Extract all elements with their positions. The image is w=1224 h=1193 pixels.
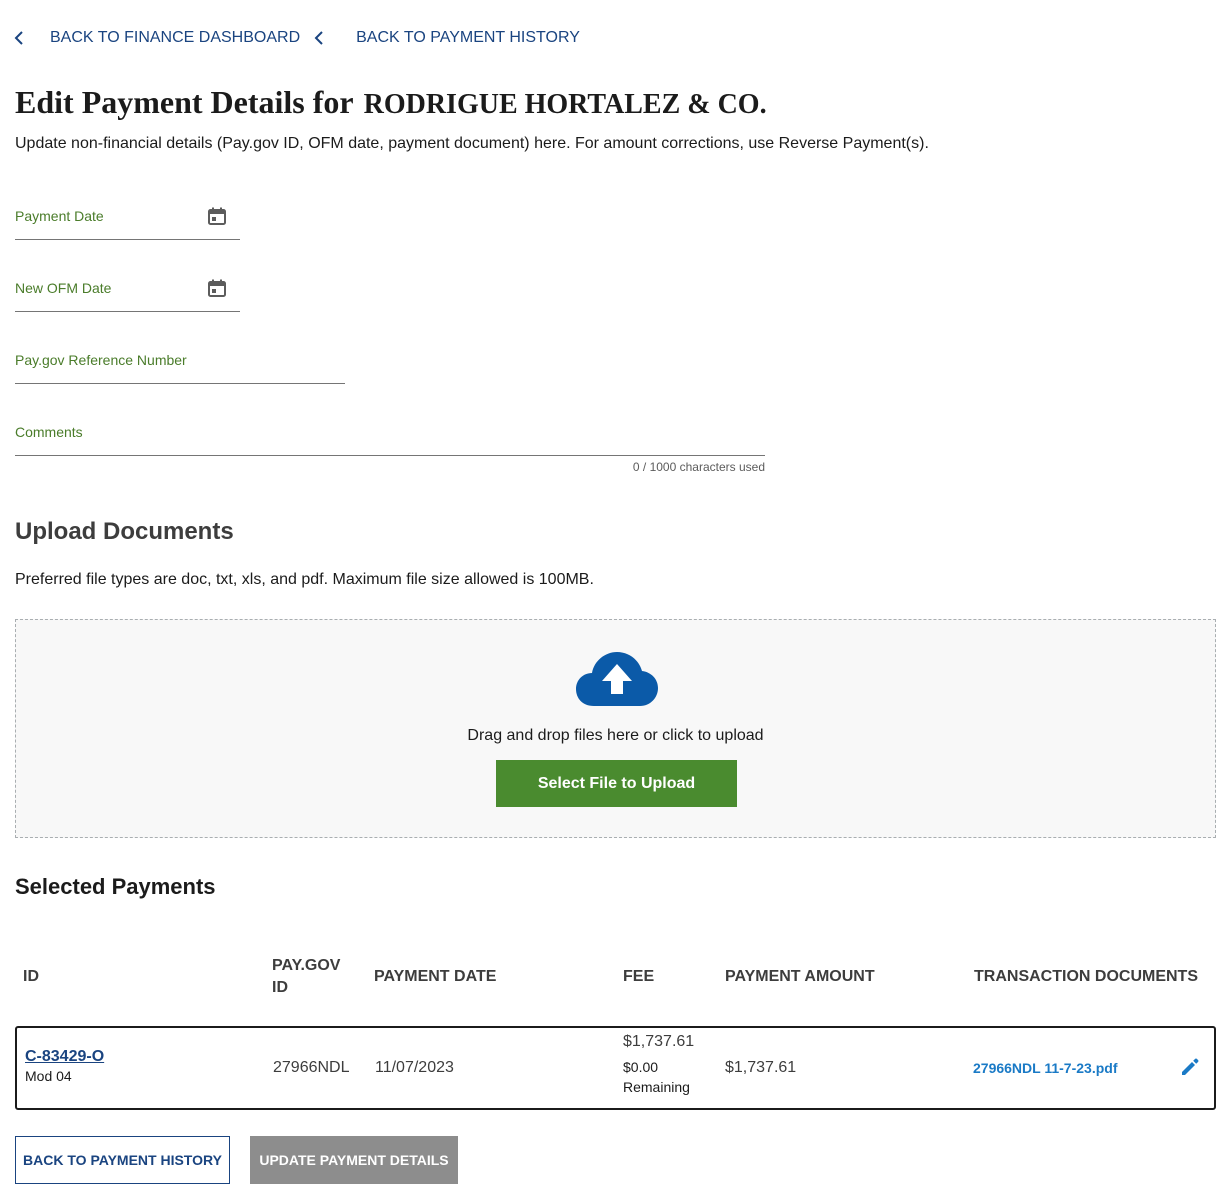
comments-field[interactable]: Comments bbox=[15, 408, 765, 456]
breadcrumb-payment-history-link[interactable]: BACK TO PAYMENT HISTORY bbox=[300, 28, 580, 48]
payment-date-field[interactable]: Payment Date bbox=[15, 192, 240, 240]
company-name: RODRIGUE HORTALEZ & CO. bbox=[363, 89, 767, 120]
chevron-left-icon bbox=[310, 28, 328, 48]
fee-cell: $1,737.61 $0.00 Remaining bbox=[623, 1033, 694, 1095]
payment-mod: Mod 04 bbox=[25, 1068, 72, 1084]
upload-hint: Preferred file types are doc, txt, xls, … bbox=[15, 571, 594, 588]
fee-amount: $1,737.61 bbox=[623, 1033, 695, 1050]
upload-documents-title: Upload Documents bbox=[15, 518, 234, 545]
cloud-upload-icon bbox=[576, 650, 658, 708]
paygov-id-cell: 27966NDL bbox=[273, 1059, 350, 1076]
column-header-paygov-id-line1: PAY.GOV bbox=[272, 957, 341, 974]
breadcrumb: BACK TO FINANCE DASHBOARD BACK TO PAYMEN… bbox=[10, 28, 580, 48]
payment-date-label: Payment Date bbox=[15, 207, 104, 224]
fee-remaining-amount: $0.00 bbox=[623, 1059, 659, 1075]
column-header-id: ID bbox=[23, 968, 39, 985]
calendar-icon[interactable] bbox=[206, 205, 228, 227]
dropzone-text: Drag and drop files here or click to upl… bbox=[467, 727, 764, 744]
column-header-transaction-documents: TRANSACTION DOCUMENTS bbox=[974, 968, 1198, 985]
breadcrumb-finance-dashboard-link[interactable]: BACK TO FINANCE DASHBOARD bbox=[10, 28, 300, 48]
paygov-reference-label: Pay.gov Reference Number bbox=[15, 351, 187, 368]
column-header-fee: FEE bbox=[623, 968, 655, 985]
column-header-paygov-id: PAY.GOV ID bbox=[272, 955, 340, 999]
breadcrumb-label: BACK TO PAYMENT HISTORY bbox=[356, 29, 580, 46]
breadcrumb-label: BACK TO FINANCE DASHBOARD bbox=[50, 29, 301, 46]
transaction-document-link[interactable]: 27966NDL 11-7-23.pdf bbox=[973, 1060, 1117, 1076]
select-file-button[interactable]: Select File to Upload bbox=[496, 760, 737, 807]
payment-id-cell: C-83429-O Mod 04 bbox=[25, 1048, 104, 1084]
chevron-left-icon bbox=[10, 28, 28, 48]
page-subtitle: Update non-financial details (Pay.gov ID… bbox=[15, 135, 929, 152]
calendar-icon[interactable] bbox=[206, 277, 228, 299]
paygov-reference-field[interactable]: Pay.gov Reference Number bbox=[15, 336, 345, 384]
comments-label: Comments bbox=[15, 423, 83, 440]
pencil-icon[interactable] bbox=[1179, 1056, 1201, 1078]
payment-date-cell: 11/07/2023 bbox=[375, 1059, 454, 1076]
payment-id-link[interactable]: C-83429-O bbox=[25, 1048, 104, 1066]
file-dropzone[interactable]: Drag and drop files here or click to upl… bbox=[15, 619, 1216, 838]
table-header: ID PAY.GOV ID PAYMENT DATE FEE PAYMENT A… bbox=[15, 955, 1216, 999]
page-title-lead: Edit Payment Details for bbox=[15, 84, 354, 120]
comments-char-count: 0 / 1000 characters used bbox=[632, 460, 765, 474]
fee-remaining-label: Remaining bbox=[623, 1079, 690, 1095]
transaction-document-cell: 27966NDL 11-7-23.pdf bbox=[973, 1060, 1117, 1078]
column-header-paygov-id-line2: ID bbox=[272, 979, 288, 996]
payment-amount-cell: $1,737.61 bbox=[725, 1059, 797, 1076]
update-payment-details-button[interactable]: UPDATE PAYMENT DETAILS bbox=[250, 1136, 458, 1184]
column-header-payment-date: PAYMENT DATE bbox=[374, 968, 497, 985]
page-title: Edit Payment Details for RODRIGUE HORTAL… bbox=[15, 84, 767, 121]
selected-payments-title: Selected Payments bbox=[15, 874, 216, 899]
ofm-date-label: New OFM Date bbox=[15, 279, 112, 296]
ofm-date-field[interactable]: New OFM Date bbox=[15, 264, 240, 312]
back-to-payment-history-button[interactable]: BACK TO PAYMENT HISTORY bbox=[15, 1136, 230, 1184]
table-row: C-83429-O Mod 04 27966NDL 11/07/2023 $1,… bbox=[15, 1026, 1216, 1110]
column-header-payment-amount: PAYMENT AMOUNT bbox=[725, 968, 875, 985]
